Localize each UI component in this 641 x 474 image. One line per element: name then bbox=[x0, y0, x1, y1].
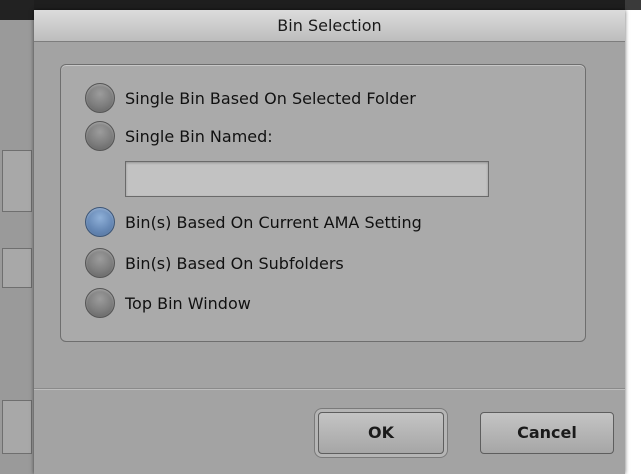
background-app-edge bbox=[625, 0, 641, 474]
radio-button-selected-icon[interactable] bbox=[85, 207, 115, 237]
option-top-bin-window[interactable]: Top Bin Window bbox=[85, 288, 251, 318]
ok-button[interactable]: OK bbox=[318, 412, 444, 454]
background-panel-strip bbox=[2, 248, 32, 288]
option-label: Single Bin Named: bbox=[125, 126, 273, 146]
option-single-bin-selected-folder[interactable]: Single Bin Based On Selected Folder bbox=[85, 83, 416, 113]
option-label: Single Bin Based On Selected Folder bbox=[125, 88, 416, 108]
option-bins-current-ama-setting[interactable]: Bin(s) Based On Current AMA Setting bbox=[85, 207, 422, 237]
background-app-panel bbox=[0, 0, 34, 474]
option-label: Bin(s) Based On Subfolders bbox=[125, 253, 344, 273]
background-panel-strip bbox=[2, 150, 32, 212]
background-app-edge-bar bbox=[625, 0, 641, 10]
background-panel-strip bbox=[2, 400, 32, 454]
radio-button-icon[interactable] bbox=[85, 288, 115, 318]
bin-name-input[interactable] bbox=[125, 161, 489, 197]
radio-button-icon[interactable] bbox=[85, 248, 115, 278]
background-app-topbar bbox=[34, 0, 641, 10]
radio-button-icon[interactable] bbox=[85, 83, 115, 113]
dialog-title: Bin Selection bbox=[277, 16, 382, 35]
option-label: Top Bin Window bbox=[125, 293, 251, 313]
option-single-bin-named[interactable]: Single Bin Named: bbox=[85, 121, 273, 151]
cancel-button[interactable]: Cancel bbox=[480, 412, 614, 454]
option-bins-subfolders[interactable]: Bin(s) Based On Subfolders bbox=[85, 248, 344, 278]
option-label: Bin(s) Based On Current AMA Setting bbox=[125, 212, 422, 232]
button-area-separator bbox=[34, 388, 625, 390]
bin-options-group: Single Bin Based On Selected Folder Sing… bbox=[60, 64, 586, 342]
bin-selection-dialog: Bin Selection Single Bin Based On Select… bbox=[34, 10, 625, 474]
dialog-title-bar[interactable]: Bin Selection bbox=[34, 10, 625, 42]
radio-button-icon[interactable] bbox=[85, 121, 115, 151]
